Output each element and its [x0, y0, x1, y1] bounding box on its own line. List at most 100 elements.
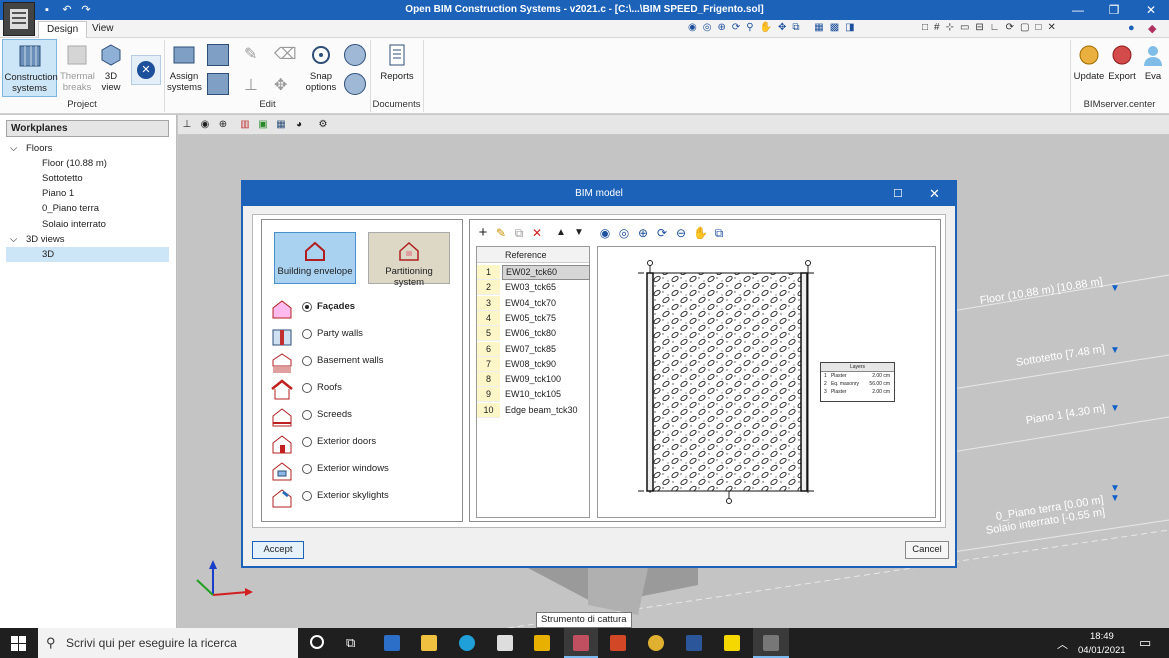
edit-slab-icon[interactable]: [207, 73, 229, 95]
visibility-toggle-icon[interactable]: ◕: [292, 118, 306, 132]
row-number[interactable]: 8: [477, 372, 500, 388]
row-number[interactable]: 4: [477, 310, 500, 326]
row-number[interactable]: 10: [477, 402, 500, 418]
chrome-icon[interactable]: [648, 635, 664, 651]
edit-pencil-icon[interactable]: ✎: [494, 226, 508, 240]
option-exterior-doors[interactable]: Exterior doors: [270, 432, 460, 456]
option-screeds[interactable]: Screeds: [270, 405, 460, 429]
reference-cell[interactable]: EW04_tck70: [502, 296, 590, 311]
reference-cell[interactable]: EW07_tck85: [502, 342, 590, 357]
app-logo-icon[interactable]: [3, 2, 35, 36]
clock-time[interactable]: 18:49: [1090, 631, 1114, 642]
reference-cell[interactable]: EW09_tck100: [502, 372, 590, 387]
visibility-icon[interactable]: [344, 44, 366, 66]
grid-icon[interactable]: ▦: [274, 118, 288, 132]
views-expander-icon[interactable]: ⌵: [10, 232, 17, 247]
task-view-icon[interactable]: ⧉: [346, 635, 355, 651]
exterior-windows-radio[interactable]: [302, 464, 312, 474]
snap-options-button[interactable]: Snap options: [304, 39, 338, 97]
help-icon[interactable]: ●: [1128, 22, 1144, 36]
thermal-breaks-button[interactable]: Thermal breaks: [58, 39, 96, 97]
move-icon[interactable]: ✥: [274, 75, 294, 95]
eye-layers-icon[interactable]: ◉: [198, 118, 212, 132]
option-exterior-skylights[interactable]: Exterior skylights: [270, 486, 460, 510]
copy-icon[interactable]: ⧉: [512, 226, 526, 240]
row-number[interactable]: 6: [477, 341, 500, 357]
export-button[interactable]: Export: [1106, 39, 1138, 97]
option-facades[interactable]: Façades: [270, 297, 460, 321]
tray-chevron-icon[interactable]: ︿: [1057, 636, 1068, 652]
option-basement-walls[interactable]: Basement walls: [270, 351, 460, 375]
reference-cell[interactable]: EW10_tck105: [502, 387, 590, 402]
cancel-button[interactable]: Cancel: [905, 541, 949, 559]
axes-icon[interactable]: ⊥: [180, 118, 194, 132]
option-roofs[interactable]: Roofs: [270, 378, 460, 402]
reference-cell[interactable]: Edge beam_tck30: [502, 403, 590, 418]
roofs-radio[interactable]: [302, 383, 312, 393]
tree-floor-4[interactable]: 0_Piano terra: [42, 201, 99, 216]
tree-floor-3[interactable]: Piano 1: [42, 186, 74, 201]
eva-button[interactable]: Eva: [1139, 39, 1167, 97]
store-icon[interactable]: [497, 635, 513, 651]
tree-floor-5[interactable]: Solaio interrato: [42, 217, 106, 232]
eraser-icon[interactable]: ⌫: [274, 44, 297, 64]
exterior-skylights-radio[interactable]: [302, 491, 312, 501]
tab-design[interactable]: Design: [38, 21, 88, 38]
restore-button[interactable]: ❐: [1096, 0, 1132, 20]
sticky-notes-icon[interactable]: [724, 635, 740, 651]
tree-floors[interactable]: Floors: [26, 141, 52, 156]
3d-view-button[interactable]: 3D view: [97, 39, 125, 97]
update-button[interactable]: Update: [1072, 39, 1106, 97]
windows-start-icon[interactable]: [11, 636, 26, 651]
zoom-toolbar-icons[interactable]: ◉◎⊕⟳⚲✋✥⧉ ▦▩◨: [688, 22, 910, 36]
floors-expander-icon[interactable]: ⌵: [10, 141, 17, 156]
construction-systems-button[interactable]: Construction systems: [2, 39, 58, 97]
row-number[interactable]: 2: [477, 280, 500, 296]
zoom-window-icon[interactable]: ◉: [598, 226, 612, 240]
move-up-icon[interactable]: ▲: [554, 226, 568, 240]
orbit-icon[interactable]: ⊕: [216, 118, 230, 132]
row-number[interactable]: 9: [477, 387, 500, 403]
close-ribbon-icon[interactable]: ✕: [131, 55, 161, 85]
maximize-icon[interactable]: ☐: [893, 187, 907, 201]
assign-systems-button[interactable]: Assign systems: [167, 39, 202, 97]
align-icon[interactable]: ⊥: [244, 75, 264, 95]
section-icon[interactable]: ▥: [238, 118, 252, 132]
taskbar-bim-app[interactable]: [753, 628, 789, 658]
taskbar-search[interactable]: ⚲ Scrivi qui per eseguire la ricerca: [38, 628, 298, 658]
tree-floor-2[interactable]: Sottotetto: [42, 171, 83, 186]
settings-3d-icon[interactable]: ⚙: [316, 118, 330, 132]
move-down-icon[interactable]: ▼: [572, 226, 586, 240]
dialog-close-icon[interactable]: ✕: [929, 186, 943, 201]
plan-icon[interactable]: ▣: [256, 118, 270, 132]
zoom-all-icon[interactable]: ◎: [617, 226, 631, 240]
reference-cell[interactable]: EW03_tck65: [502, 280, 590, 295]
tree-view-3d[interactable]: 3D: [6, 247, 169, 262]
minimize-button[interactable]: —: [1060, 0, 1096, 20]
pan-icon[interactable]: ✋: [693, 226, 708, 240]
hide-icon[interactable]: [344, 73, 366, 95]
row-number[interactable]: 5: [477, 326, 500, 342]
tree-floor-1[interactable]: Floor (10.88 m): [42, 156, 107, 171]
accept-button[interactable]: Accept: [252, 541, 304, 559]
facades-radio[interactable]: [302, 302, 312, 312]
mail-icon[interactable]: [384, 635, 400, 651]
zoom-refresh-icon[interactable]: ⟳: [655, 226, 669, 240]
cortana-icon[interactable]: [310, 635, 324, 649]
word-icon[interactable]: [686, 635, 702, 651]
pencil-icon[interactable]: ✎: [244, 44, 264, 64]
row-number[interactable]: 3: [477, 295, 500, 311]
notifications-icon[interactable]: ▭: [1139, 635, 1151, 651]
taskbar-app-active[interactable]: [564, 628, 598, 658]
account-icon[interactable]: ◆: [1148, 22, 1164, 36]
close-button[interactable]: ✕: [1133, 0, 1169, 20]
tree-3d-views[interactable]: 3D views: [26, 232, 65, 247]
clock-date[interactable]: 04/01/2021: [1078, 645, 1126, 656]
option-exterior-windows[interactable]: Exterior windows: [270, 459, 460, 483]
basement-walls-radio[interactable]: [302, 356, 312, 366]
building-envelope-button[interactable]: Building envelope: [274, 232, 356, 284]
edge-icon[interactable]: [459, 635, 475, 651]
zoom-in-icon[interactable]: ⊕: [636, 226, 650, 240]
delete-icon[interactable]: ✕: [530, 226, 544, 240]
exterior-doors-radio[interactable]: [302, 437, 312, 447]
